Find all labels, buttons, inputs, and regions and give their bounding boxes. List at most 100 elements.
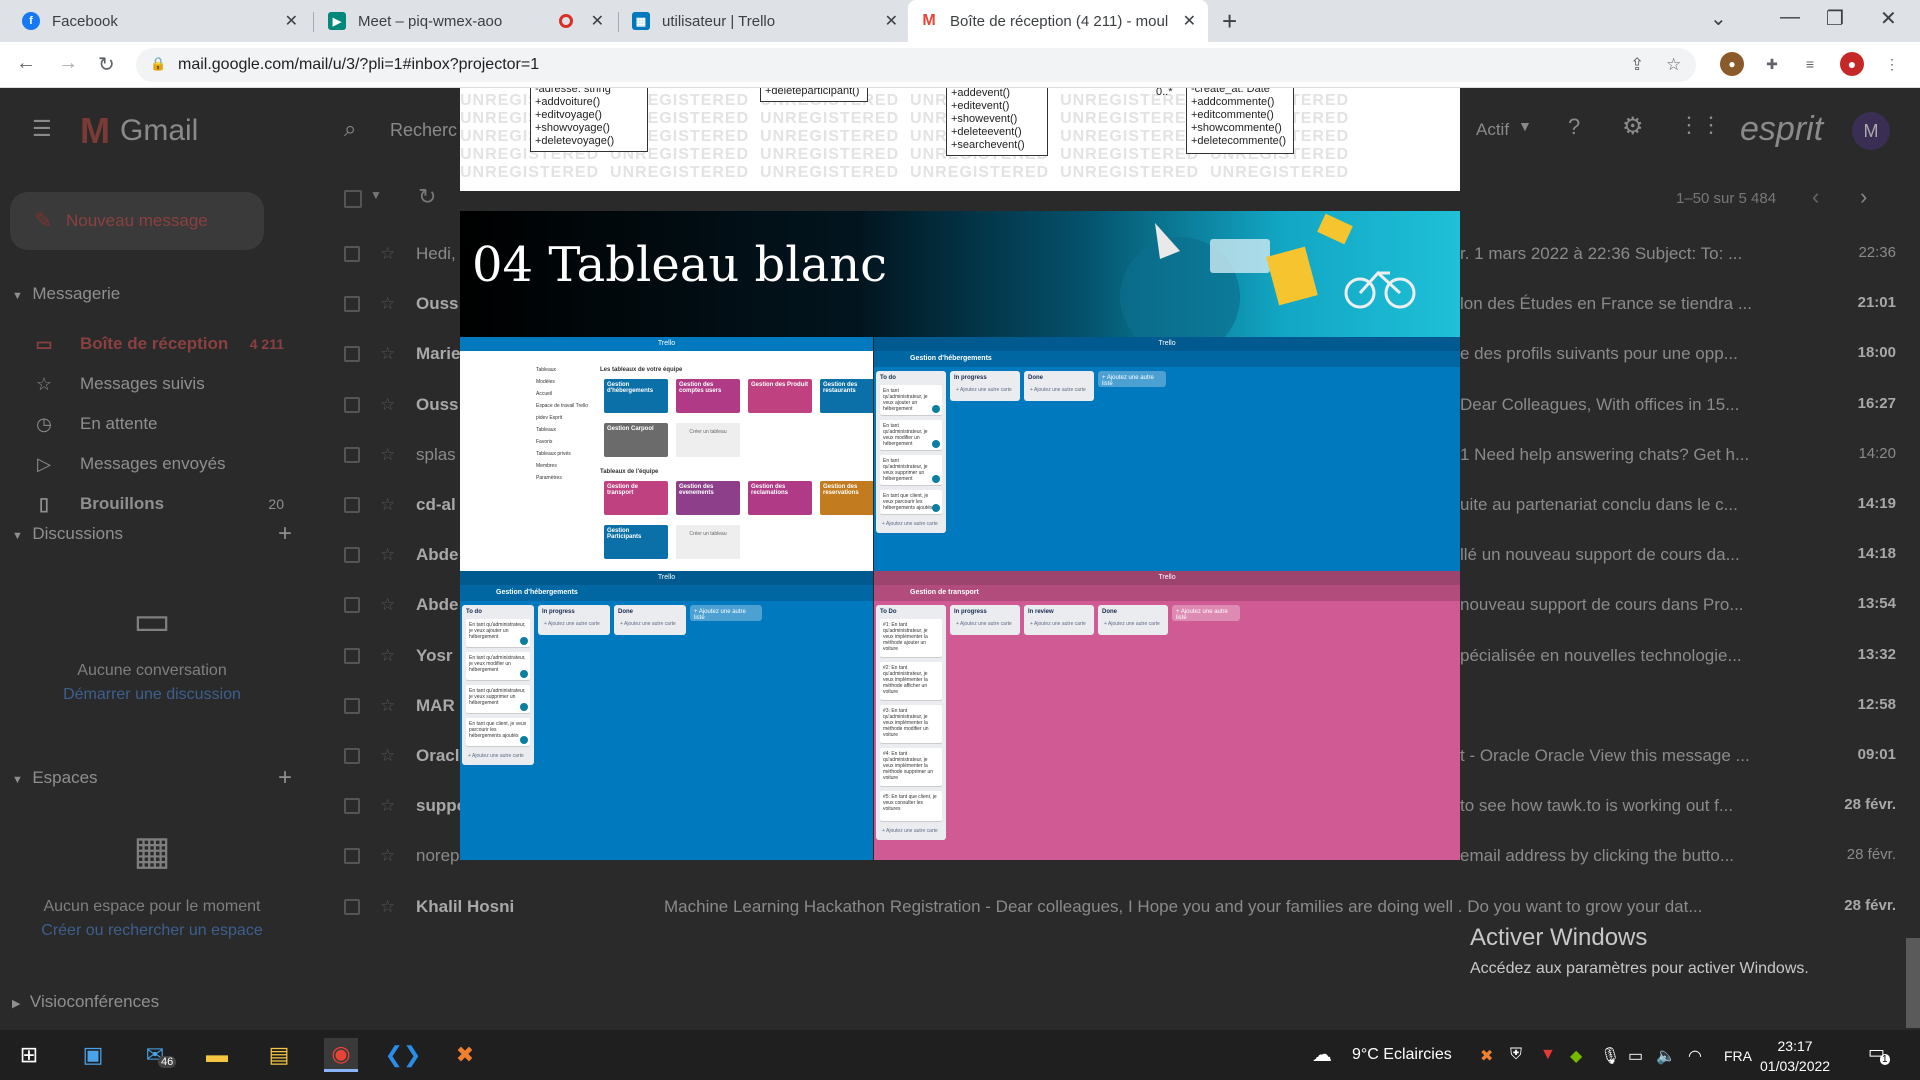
tab-facebook[interactable]: f Facebook ✕ — [10, 0, 310, 42]
star-icon[interactable]: ☆ — [380, 746, 395, 766]
next-page-icon[interactable]: › — [1860, 184, 1867, 210]
row-checkbox[interactable] — [344, 848, 360, 865]
prev-page-icon[interactable]: ‹ — [1812, 184, 1819, 210]
weather-text[interactable]: 9°C Eclaircies — [1352, 1046, 1452, 1064]
share-icon[interactable]: ⇪ — [1630, 55, 1644, 75]
row-checkbox[interactable] — [344, 647, 360, 664]
star-icon[interactable]: ☆ — [380, 395, 395, 415]
gmail-logo[interactable]: M Gmail — [80, 110, 198, 152]
vscode-icon[interactable]: ❮❯ — [385, 1038, 422, 1072]
close-icon[interactable]: ✕ — [285, 11, 298, 31]
forward-icon[interactable]: → — [58, 52, 78, 75]
select-all-checkbox[interactable] — [344, 190, 362, 208]
star-icon[interactable]: ☆ — [380, 344, 395, 364]
star-icon[interactable]: ☆ — [380, 796, 395, 816]
star-icon[interactable]: ☆ — [380, 445, 395, 465]
start-discussion-link[interactable]: Démarrer une discussion — [0, 686, 304, 704]
mail-section-header[interactable]: ▼ Messagerie — [12, 284, 120, 304]
maximize-button[interactable]: ❐ — [1826, 6, 1844, 31]
row-checkbox[interactable] — [344, 396, 360, 413]
volume-icon[interactable]: 🔈 — [1656, 1046, 1676, 1066]
main-menu-icon[interactable]: ☰ — [32, 116, 52, 142]
star-icon[interactable]: ☆ — [380, 595, 395, 615]
row-checkbox[interactable] — [344, 246, 360, 262]
terminal-icon[interactable]: ▤ — [262, 1038, 296, 1072]
star-icon[interactable]: ☆ — [380, 696, 395, 716]
star-icon[interactable]: ☆ — [380, 495, 395, 515]
spaces-section-header[interactable]: ▼ Espaces + — [12, 764, 292, 791]
add-space-icon[interactable]: + — [278, 764, 292, 792]
xampp-icon[interactable]: ✖ — [448, 1038, 482, 1072]
profile-avatar[interactable]: ● — [1840, 52, 1864, 76]
minimize-button[interactable]: — — [1780, 6, 1800, 29]
help-icon[interactable]: ? — [1568, 114, 1580, 140]
discussions-section-header[interactable]: ▼ Discussions + — [12, 520, 292, 547]
row-checkbox[interactable] — [344, 497, 360, 513]
star-icon[interactable]: ☆ — [380, 294, 395, 314]
row-checkbox[interactable] — [344, 547, 360, 564]
select-dropdown-icon[interactable]: ▼ — [370, 188, 382, 202]
cookie-extension-icon[interactable]: ● — [1720, 52, 1744, 76]
compose-button[interactable]: ✎ Nouveau message — [10, 192, 264, 250]
mail-icon[interactable]: ✉ 46 — [138, 1038, 177, 1072]
back-icon[interactable]: ← — [16, 52, 36, 75]
menu-kebab-icon[interactable]: ⋮ — [1880, 52, 1904, 76]
row-checkbox[interactable] — [344, 697, 360, 714]
apps-grid-icon[interactable]: ⋮⋮ — [1678, 112, 1722, 138]
scrollbar[interactable] — [1906, 938, 1920, 1028]
star-icon[interactable]: ☆ — [380, 897, 395, 917]
sidebar-item-starred[interactable]: ☆ Messages suivis — [36, 374, 284, 394]
row-checkbox[interactable] — [344, 798, 360, 815]
star-icon[interactable]: ☆ — [380, 846, 395, 866]
clock[interactable]: 23:17 01/03/2022 — [1760, 1036, 1830, 1076]
meet-section-header[interactable]: ▶ Visioconférences — [12, 992, 159, 1012]
sidebar-item-snoozed[interactable]: ◷ En attente — [36, 414, 284, 434]
window-close-button[interactable]: ✕ — [1880, 6, 1897, 31]
row-checkbox[interactable] — [344, 597, 360, 614]
search-icon[interactable]: ⌕ — [344, 116, 356, 142]
tab-gmail[interactable]: M Boîte de réception (4 211) - moul ✕ — [908, 0, 1208, 42]
sidebar-item-sent[interactable]: ▷ Messages envoyés — [37, 454, 284, 474]
language-indicator[interactable]: FRA — [1724, 1048, 1752, 1064]
sidebar-item-drafts[interactable]: ▯ Brouillons 20 — [39, 494, 284, 514]
star-icon[interactable]: ☆ — [380, 646, 395, 666]
tab-trello[interactable]: ▦ utilisateur | Trello ✕ — [620, 0, 910, 42]
refresh-icon[interactable]: ↻ — [418, 184, 436, 210]
bookmark-star-icon[interactable]: ☆ — [1666, 55, 1681, 75]
add-discussion-icon[interactable]: + — [278, 520, 292, 548]
sidebar-item-inbox[interactable]: ▭ Boîte de réception 4 211 — [35, 334, 284, 354]
find-space-link[interactable]: Créer ou rechercher un espace — [0, 922, 304, 940]
nvidia-icon[interactable]: ◆ — [1570, 1046, 1582, 1066]
media-control-icon[interactable]: ≡ — [1798, 52, 1822, 76]
microphone-icon[interactable]: 🎙 — [1600, 1046, 1620, 1066]
new-tab-button[interactable]: + — [1222, 6, 1237, 37]
store-icon[interactable]: ▣ — [76, 1038, 110, 1072]
close-icon[interactable]: ✕ — [1183, 11, 1196, 31]
address-bar[interactable]: 🔒 mail.google.com/mail/u/3/?pli=1#inbox?… — [136, 48, 1696, 82]
file-explorer-icon[interactable]: ▬ — [200, 1038, 234, 1072]
battery-icon[interactable]: ▭ — [1628, 1046, 1643, 1066]
row-checkbox[interactable] — [344, 296, 360, 313]
reload-icon[interactable]: ↻ — [98, 52, 115, 77]
windows-start-icon[interactable]: ⊞ — [12, 1038, 46, 1072]
close-icon[interactable]: ✕ — [591, 11, 604, 31]
chrome-icon[interactable]: ◉ — [324, 1038, 358, 1072]
settings-gear-icon[interactable]: ⚙ — [1622, 112, 1644, 141]
antivirus-icon[interactable]: ▼ — [1540, 1046, 1556, 1064]
shield-icon[interactable]: ⛨ — [1510, 1046, 1522, 1064]
account-avatar[interactable]: M — [1852, 112, 1890, 150]
star-icon[interactable]: ☆ — [380, 545, 395, 565]
tab-search-icon[interactable]: ⌄ — [1710, 6, 1727, 31]
row-checkbox[interactable] — [344, 898, 360, 915]
notifications-icon[interactable]: ▭ 1 — [1868, 1042, 1890, 1065]
close-icon[interactable]: ✕ — [885, 11, 898, 31]
wifi-icon[interactable]: ◠ — [1688, 1046, 1702, 1066]
star-icon[interactable]: ☆ — [380, 244, 395, 264]
row-checkbox[interactable] — [344, 748, 360, 764]
extensions-puzzle-icon[interactable]: ✚ — [1760, 52, 1784, 76]
row-checkbox[interactable] — [344, 346, 360, 363]
xampp-tray-icon[interactable]: ✖ — [1480, 1046, 1493, 1066]
row-checkbox[interactable] — [344, 446, 360, 463]
search-input[interactable]: Recherc — [390, 120, 457, 141]
status-dropdown[interactable]: Actif — [1476, 120, 1509, 140]
